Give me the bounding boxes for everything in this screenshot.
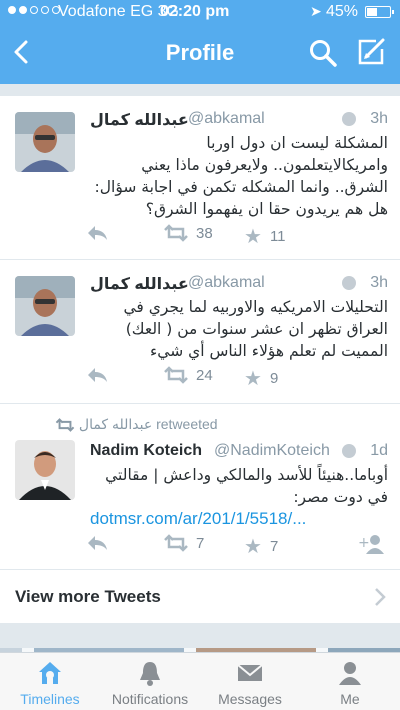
retweet-icon (55, 418, 75, 433)
tab-label: Timelines (20, 691, 80, 707)
battery-icon (365, 6, 394, 18)
status-bar: Vodafone EG 3G 02:20 pm ➤ 45% (0, 0, 400, 26)
favorite-count: 7 (269, 538, 279, 555)
divider (0, 84, 400, 96)
signal-strength-icon (8, 6, 60, 14)
author-handle[interactable]: @abkamal (188, 274, 265, 292)
retweeted-label: retweeted (156, 416, 218, 432)
tweet-time: 1d (370, 442, 388, 459)
top-bar: Vodafone EG 3G 02:20 pm ➤ 45% Profile (0, 0, 400, 84)
author-name[interactable]: عبدالله كمال (90, 110, 189, 130)
view-more-label: View more Tweets (15, 587, 161, 606)
retweet-button[interactable]: 24 (164, 366, 213, 384)
tweet-text: أوباما..هنيئاً للأسد والمالكي وداعش | مق… (90, 464, 388, 530)
search-icon (310, 40, 337, 67)
reply-icon (88, 368, 107, 382)
globe-icon (342, 112, 356, 126)
favorite-button[interactable]: ★ 9 (244, 366, 278, 391)
location-arrow-icon: ➤ (310, 3, 322, 19)
retweet-button[interactable]: 7 (164, 534, 204, 552)
retweet-icon (164, 224, 188, 242)
star-icon: ★ (244, 368, 262, 390)
tweet-actions: 7 ★ 7 + (86, 534, 388, 558)
star-icon: ★ (244, 226, 262, 248)
view-more-tweets-button[interactable]: View more Tweets (0, 570, 400, 624)
tweet[interactable]: عبدالله كمال retweeted Nadim Koteich @Na… (0, 404, 400, 570)
globe-icon (342, 444, 356, 458)
tweet-text: التحليلات الامريكيه والاوربيه لما يجري ف… (123, 298, 389, 360)
globe-icon (342, 276, 356, 290)
retweet-count: 38 (196, 224, 213, 242)
retweet-count: 24 (196, 366, 213, 384)
avatar[interactable] (15, 112, 75, 172)
home-icon (39, 662, 61, 684)
tab-me[interactable]: Me (300, 653, 400, 710)
retweet-icon (164, 534, 188, 552)
retweeted-by: عبدالله كمال retweeted (55, 416, 218, 433)
author-handle[interactable]: @abkamal (188, 110, 265, 128)
retweet-icon (164, 366, 188, 384)
search-button[interactable] (308, 38, 338, 68)
author-name[interactable]: عبدالله كمال (90, 274, 189, 294)
tweet-text-arabic: أوباما..هنيئاً للأسد والمالكي وداعش | مق… (105, 466, 388, 506)
svg-text:+: + (358, 535, 370, 551)
tweet-actions: 24 ★ 9 (86, 366, 388, 390)
avatar[interactable] (15, 440, 75, 500)
person-icon (339, 662, 361, 685)
retweet-button[interactable]: 38 (164, 224, 213, 242)
compose-tweet-button[interactable] (356, 37, 386, 67)
reply-button[interactable] (86, 534, 108, 552)
page-title: Profile (165, 40, 235, 65)
tweet-link[interactable]: dotmsr.com/ar/201/1/5518/... (90, 508, 388, 530)
tab-notifications[interactable]: Notifications (100, 653, 200, 710)
avatar[interactable] (15, 276, 75, 336)
envelope-icon (237, 664, 263, 681)
tweet-actions: 38 ★ 11 (86, 224, 388, 248)
favorite-count: 11 (269, 228, 286, 245)
tab-label: Messages (218, 691, 282, 707)
favorite-button[interactable]: ★ 11 (244, 224, 286, 249)
star-icon: ★ (244, 536, 262, 558)
favorite-button[interactable]: ★ 7 (244, 534, 278, 559)
retweet-count: 7 (196, 534, 205, 552)
bell-icon (140, 662, 160, 686)
add-user-icon: + (358, 535, 384, 554)
chevron-right-icon (375, 588, 386, 606)
tweet[interactable]: عبدالله كمال @abkamal 3h المشكلة ليست ان… (0, 96, 400, 260)
author-handle[interactable]: @NadimKoteich (214, 442, 330, 460)
reply-icon (88, 536, 107, 550)
favorite-count: 9 (269, 370, 279, 387)
tab-label: Me (340, 691, 360, 707)
tweet[interactable]: عبدالله كمال @abkamal 3h التحليلات الامر… (0, 260, 400, 404)
tab-messages[interactable]: Messages (200, 653, 300, 710)
tweet-text: المشكلة ليست ان دول اوربا وامريكالايتعلم… (94, 134, 388, 218)
reply-button[interactable] (86, 366, 108, 384)
tweet-time: 3h (370, 110, 388, 127)
follow-button[interactable]: + (358, 534, 384, 554)
battery-percent: 45% (326, 3, 359, 20)
tweet-time: 3h (370, 274, 388, 291)
divider (0, 624, 400, 648)
reply-icon (88, 226, 107, 240)
author-name[interactable]: Nadim Koteich (90, 442, 202, 460)
compose-icon (358, 38, 385, 65)
tab-timelines[interactable]: Timelines (0, 653, 100, 710)
tab-label: Notifications (111, 691, 189, 707)
reply-button[interactable] (86, 224, 108, 242)
retweeter-name[interactable]: عبدالله كمال (79, 416, 152, 432)
tab-bar: Timelines Notifications Messages Me (0, 652, 400, 710)
clock: 02:20 pm (160, 3, 230, 20)
